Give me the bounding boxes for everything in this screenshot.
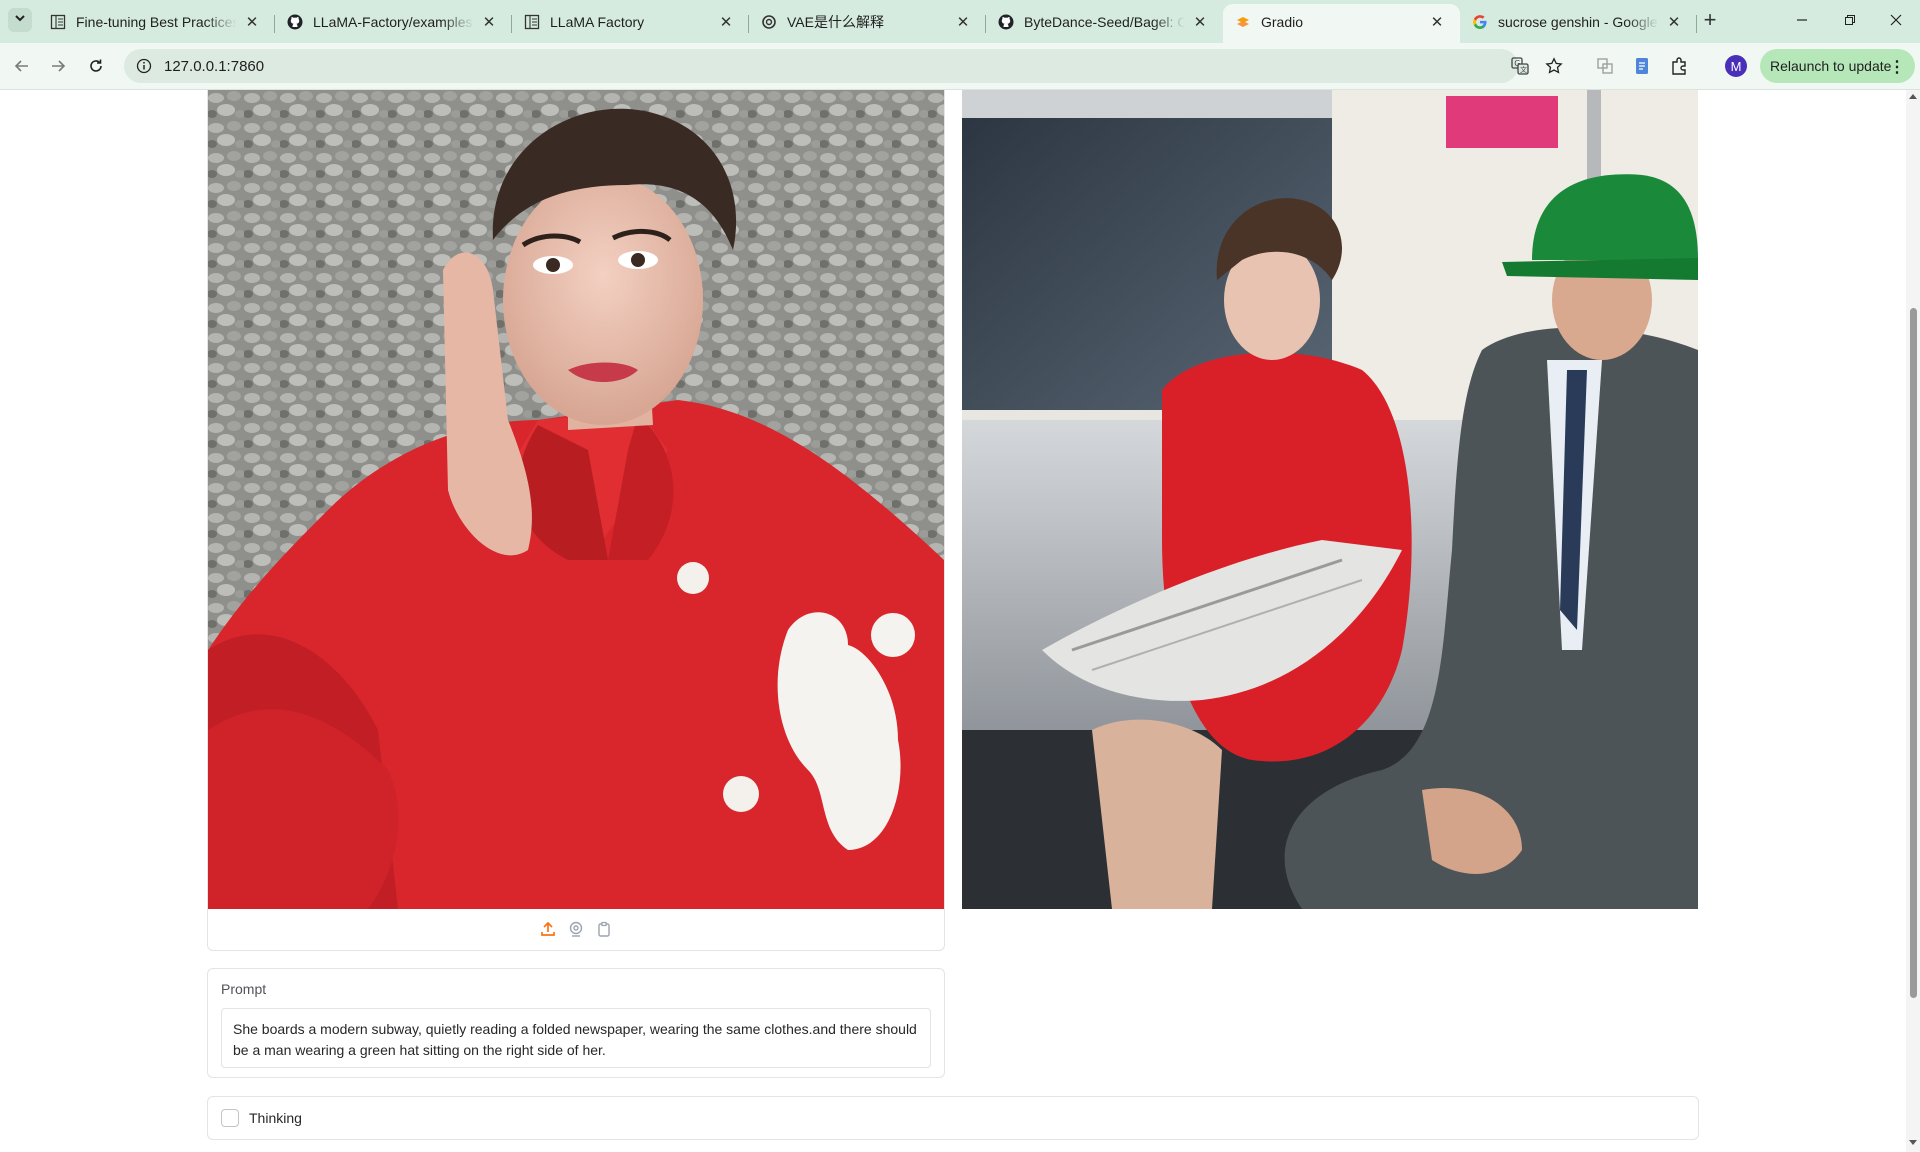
browser-tab[interactable]: VAE是什么解释 ✕ [749,4,986,43]
reload-icon [90,59,102,72]
upload-icon[interactable] [539,920,557,938]
arrow-left-icon [14,60,28,72]
more-vertical-icon: ⋮ [1889,59,1905,76]
subway-image [962,90,1698,909]
extension-sync-icon[interactable] [1594,55,1616,77]
tab-title: Fine-tuning Best Practices - [76,13,237,30]
browser-tab[interactable]: ByteDance-Seed/Bagel: Op ✕ [986,4,1223,43]
back-button[interactable] [8,52,36,80]
close-tab-icon[interactable]: ✕ [1428,13,1446,31]
doc-icon [50,14,66,30]
close-window-button[interactable] [1872,0,1920,40]
tab-search-button[interactable] [8,8,32,32]
thinking-checkbox[interactable] [221,1109,239,1127]
chevron-down-icon [14,11,26,29]
tab-strip: Fine-tuning Best Practices - ✕ LLaMA-Facto… [0,0,1920,43]
restore-icon [1845,15,1855,25]
address-bar[interactable]: 127.0.0.1:7860 G文 [124,49,1563,83]
prompt-textarea[interactable]: She boards a modern subway, quietly read… [221,1008,931,1068]
close-tab-icon[interactable]: ✕ [954,13,972,31]
input-image[interactable] [208,90,944,909]
close-tab-icon[interactable]: ✕ [717,13,735,31]
scrollbar-thumb[interactable] [1910,308,1917,998]
input-image-panel [207,90,945,951]
tab-separator [1696,15,1697,33]
relaunch-label: Relaunch to update [1770,58,1892,74]
gradio-icon [1235,14,1251,30]
site-info-icon[interactable] [134,56,154,76]
scroll-down-icon[interactable] [1909,1140,1917,1145]
close-icon [1890,14,1902,26]
github-icon [998,14,1014,30]
output-image[interactable] [962,90,1698,909]
browser-tab[interactable]: Gradio ✕ [1223,4,1460,43]
browser-tab[interactable]: LLaMA Factory ✕ [512,4,749,43]
bookmark-star-icon[interactable] [1544,56,1564,76]
webcam-icon[interactable] [567,920,585,938]
page-viewport: Prompt She boards a modern subway, quiet… [0,90,1906,1152]
tab-title: Gradio [1261,13,1304,30]
svg-text:文: 文 [1520,65,1527,74]
image-source-toolbar [208,920,944,942]
tab-title: VAE是什么解释 [787,13,884,30]
forward-button[interactable] [44,52,72,80]
thinking-block: Thinking [207,1096,1699,1140]
github-icon [287,14,303,30]
reload-button[interactable] [82,52,110,80]
thinking-label[interactable]: Thinking [249,1110,302,1126]
reader-extension-icon[interactable] [1631,55,1653,77]
extensions-puzzle-icon[interactable] [1668,55,1690,77]
prompt-block: Prompt She boards a modern subway, quiet… [207,968,945,1078]
browser-toolbar: 127.0.0.1:7860 G文 M Relaunch to update ⋮ [0,43,1920,90]
browser-tab[interactable]: sucrose genshin - Google S ✕ [1460,4,1697,43]
close-tab-icon[interactable]: ✕ [243,13,261,31]
tab-title: LLaMA Factory [550,13,645,30]
tab-title: LLaMA-Factory/examples at [313,13,474,30]
clipboard-icon[interactable] [595,920,613,938]
tab-list: Fine-tuning Best Practices - ✕ LLaMA-Facto… [38,0,1697,43]
browser-tab[interactable]: Fine-tuning Best Practices - ✕ [38,4,275,43]
close-tab-icon[interactable]: ✕ [1665,13,1683,31]
close-tab-icon[interactable]: ✕ [1191,13,1209,31]
page-scrollbar[interactable] [1906,90,1920,1152]
relaunch-button[interactable]: Relaunch to update ⋮ [1760,49,1915,83]
plus-icon: + [1703,7,1717,32]
tab-title: ByteDance-Seed/Bagel: Op [1024,13,1185,30]
minimize-icon [1797,19,1807,21]
new-tab-button[interactable]: + [1698,7,1722,32]
openai-icon [761,14,777,30]
profile-avatar[interactable]: M [1725,55,1747,77]
arrow-right-icon [52,60,66,72]
portrait-image [208,90,944,909]
minimize-button[interactable] [1778,0,1826,40]
doc-icon [524,14,540,30]
close-tab-icon[interactable]: ✕ [480,13,498,31]
url-text: 127.0.0.1:7860 [164,57,265,75]
scroll-up-icon[interactable] [1909,94,1917,99]
tab-title: sucrose genshin - Google S [1498,13,1659,30]
prompt-label: Prompt [221,981,267,997]
restore-button[interactable] [1826,0,1874,40]
translate-icon[interactable]: G文 [1510,56,1530,76]
browser-tab[interactable]: LLaMA-Factory/examples at ✕ [275,4,512,43]
google-icon [1472,14,1488,30]
